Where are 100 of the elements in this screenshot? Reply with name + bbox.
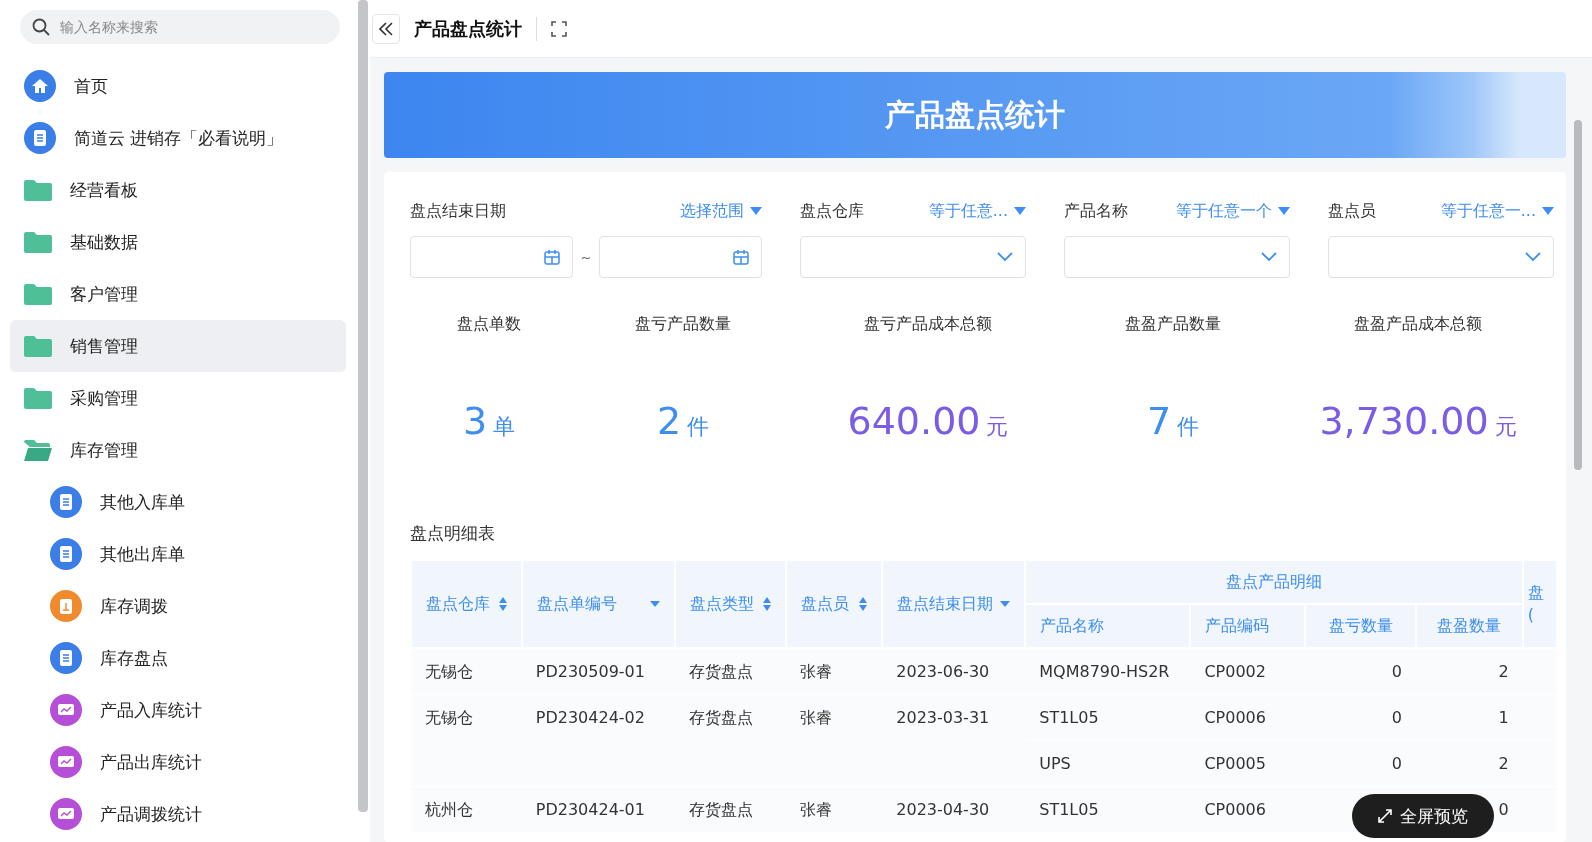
filter-label: 盘点员: [1328, 200, 1376, 222]
sidebar-item[interactable]: 客户管理: [10, 268, 346, 320]
sidebar-item[interactable]: 采购管理: [10, 372, 346, 424]
folder-icon: [24, 387, 52, 409]
table-cell: 存货盘点: [674, 694, 786, 786]
collapse-button[interactable]: [372, 13, 400, 44]
filter-label: 盘点仓库: [800, 200, 864, 222]
caret-icon: [1000, 601, 1011, 607]
sidebar-item[interactable]: 产品出库统计: [10, 736, 346, 788]
sidebar-item[interactable]: 基础数据: [10, 216, 346, 268]
table-cell: 张睿: [785, 694, 883, 786]
table-cell: ST1L05: [1025, 786, 1191, 832]
table-cell: 张睿: [785, 786, 883, 832]
table-cell: 2023-06-30: [882, 648, 1026, 694]
sidebar-item[interactable]: 库存盘点: [10, 632, 346, 684]
sidebar-item[interactable]: 其他出库单: [10, 528, 346, 580]
table-cell: ST1L05: [1025, 694, 1191, 740]
table-cell: 无锡仓: [411, 694, 522, 786]
scrollbar[interactable]: [1574, 120, 1582, 470]
table-cell: CP0006: [1190, 694, 1306, 740]
fullscreen-icon: [551, 20, 567, 37]
table-cell: CP0005: [1190, 740, 1306, 786]
chevron-down-icon: [1261, 252, 1277, 262]
stat-label: 盘亏产品成本总额: [864, 314, 992, 335]
select-field[interactable]: [800, 236, 1026, 278]
caret-icon: [1014, 207, 1026, 215]
column-group-header: 盘点产品明细: [1025, 560, 1523, 604]
scrollbar[interactable]: [358, 0, 368, 812]
stat-unit: 元: [986, 413, 1009, 441]
chart-icon: [50, 746, 82, 778]
table-cell: 2023-04-30: [882, 786, 1026, 832]
table-cell: 1: [1415, 694, 1523, 740]
double-chevron-left-icon: [379, 21, 393, 36]
filter-label: 产品名称: [1064, 200, 1128, 222]
table-cell: 2023-03-31: [882, 694, 1026, 786]
calendar-icon: [733, 249, 749, 265]
sidebar-item[interactable]: 经营看板: [10, 164, 346, 216]
sidebar-item[interactable]: 简道云 进销存「必看说明」: [10, 112, 346, 164]
table-cell: 张睿: [785, 648, 883, 694]
table-title: 盘点明细表: [410, 522, 496, 545]
sidebar-item[interactable]: 库存调拨: [10, 580, 346, 632]
stat-value: 2: [656, 399, 682, 443]
select-field[interactable]: [1328, 236, 1554, 278]
select-field[interactable]: [1064, 236, 1290, 278]
date-field[interactable]: [599, 236, 762, 278]
home-icon: [24, 70, 56, 102]
banner-title: 产品盘点统计: [885, 95, 1065, 134]
sort-icon: [762, 597, 771, 611]
fullscreen-button[interactable]: [551, 20, 567, 37]
chart-icon: [50, 798, 82, 830]
stat-unit: 件: [1177, 413, 1200, 441]
sidebar-item[interactable]: 产品入库统计: [10, 684, 346, 736]
stat-value: 7: [1146, 399, 1172, 443]
caret-icon: [1542, 207, 1554, 215]
table-cell: PD230509-01: [521, 648, 675, 694]
filter-label: 盘点结束日期: [410, 200, 506, 222]
range-separator: ~: [580, 249, 592, 265]
table-cell: 2: [1415, 740, 1523, 786]
table-cell: 存货盘点: [674, 648, 786, 694]
search-icon: [32, 18, 50, 36]
folder-icon: [24, 335, 52, 357]
column-header: 盘 (: [1522, 560, 1557, 648]
caret-icon: [1278, 207, 1290, 215]
chart-icon: [50, 694, 82, 726]
table-cell: CP0006: [1190, 786, 1306, 832]
stat-value: 3,730.00: [1319, 399, 1489, 443]
table-cell: PD230424-02: [521, 694, 675, 786]
table-cell: UPS: [1025, 740, 1191, 786]
sidebar-item[interactable]: 产品调拨统计: [10, 788, 346, 840]
sidebar-item[interactable]: 销售管理: [10, 320, 346, 372]
stat-value: 3: [462, 399, 488, 443]
table-cell: CP0002: [1190, 648, 1306, 694]
date-field[interactable]: [410, 236, 573, 278]
page-title: 产品盘点统计: [414, 16, 537, 41]
sort-icon: [859, 597, 868, 611]
table-cell: 无锡仓: [411, 648, 522, 694]
folder-icon: [24, 179, 52, 201]
document-icon: [24, 122, 56, 154]
table-cell: 0: [1305, 648, 1416, 694]
stat-label: 盘盈产品成本总额: [1354, 314, 1482, 335]
document-icon: [50, 538, 82, 570]
table-cell: 2: [1415, 648, 1523, 694]
table-cell: 0: [1305, 740, 1416, 786]
stat-unit: 单: [493, 413, 516, 441]
search-field[interactable]: 输入名称来搜索: [20, 10, 340, 44]
chevron-down-icon: [1525, 252, 1541, 262]
stat-label: 盘点单数: [457, 314, 521, 335]
table-cell: 存货盘点: [674, 786, 786, 832]
table-cell: 杭州仓: [411, 786, 522, 832]
sidebar-item[interactable]: 其他入库单: [10, 476, 346, 528]
fullscreen-preview-button[interactable]: 全屏预览: [1352, 794, 1494, 838]
document-icon: [50, 642, 82, 674]
table-cell: MQM8790-HS2R: [1025, 648, 1191, 694]
sidebar-item[interactable]: 库存管理: [10, 424, 346, 476]
table-cell: PD230424-01: [521, 786, 675, 832]
sidebar-item[interactable]: 首页: [10, 60, 346, 112]
stat-unit: 元: [1494, 413, 1517, 441]
table-cell: 0: [1305, 694, 1416, 740]
caret-icon: [649, 601, 660, 607]
clipboard-icon: [50, 590, 82, 622]
